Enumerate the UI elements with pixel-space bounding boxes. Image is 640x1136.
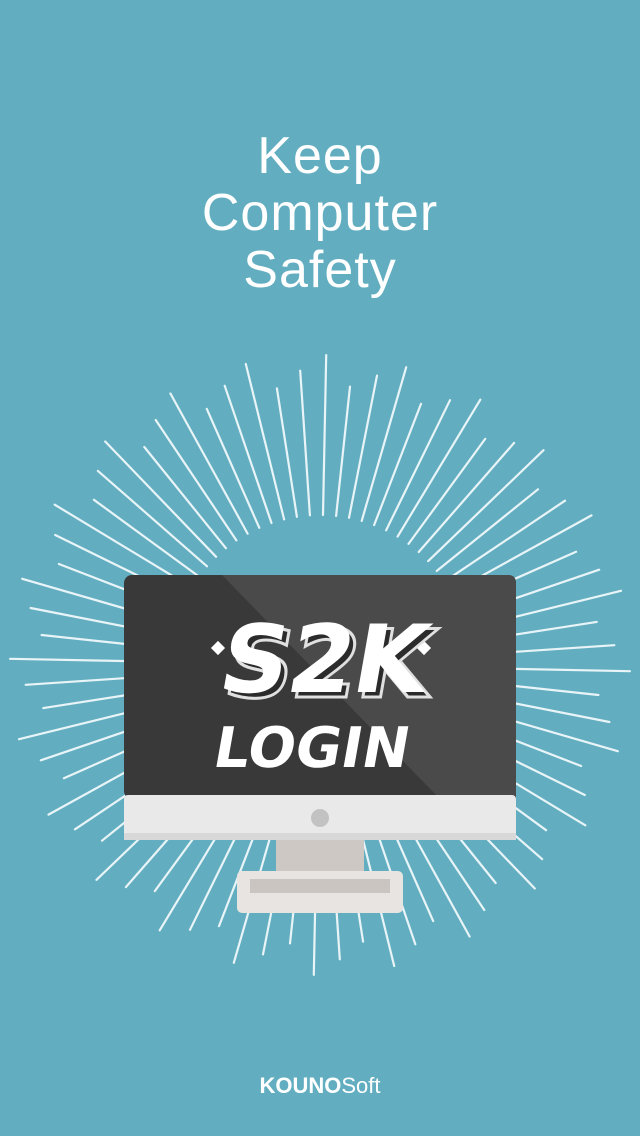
monitor-neck (276, 840, 364, 872)
monitor-base-top (250, 879, 390, 893)
splash-screen: Keep Computer Safety S2K S2K LOGIN KOUNO… (0, 0, 640, 1136)
brand-name-regular: Soft (341, 1073, 381, 1098)
monitor-illustration: S2K S2K LOGIN (124, 575, 516, 913)
brand-name-bold: KOUNO (259, 1073, 342, 1098)
power-button-icon (311, 809, 329, 827)
logo-login: LOGIN (209, 716, 415, 781)
logo-s2k: S2K (212, 606, 441, 715)
brand-footer: KOUNOSoft (0, 1073, 640, 1099)
bezel-shadow (124, 833, 516, 840)
